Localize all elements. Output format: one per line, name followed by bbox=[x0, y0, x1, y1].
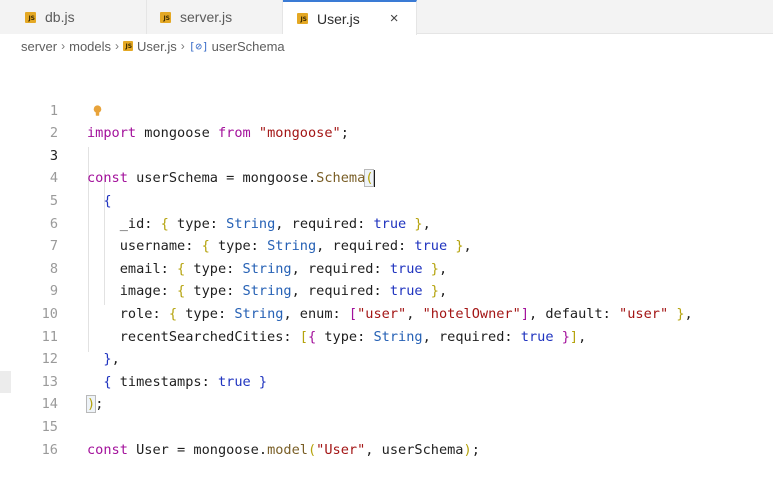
code-line: 6 username: { type: String, required: tr… bbox=[0, 190, 773, 255]
close-icon[interactable]: × bbox=[390, 11, 399, 26]
js-file-icon: JS bbox=[160, 11, 171, 23]
chevron-right-icon: › bbox=[180, 39, 185, 53]
breadcrumb-userschema[interactable]: userSchema bbox=[212, 39, 285, 54]
code-line: 14 bbox=[0, 370, 773, 412]
code-line: 4 { bbox=[0, 145, 773, 209]
tab-label: server.js bbox=[180, 9, 233, 25]
code-line: 9 role: { type: String, enum: ["user", "… bbox=[0, 258, 773, 322]
tab-label: User.js bbox=[317, 10, 360, 27]
code-line: 16 bbox=[0, 416, 773, 458]
code-line: 5 _id: { type: String, required: true }, bbox=[0, 167, 773, 232]
code-line: 12 { timestamps: true } bbox=[0, 326, 773, 390]
tab-db-js[interactable]: JS db.js bbox=[0, 0, 147, 34]
code-line: 11 }, bbox=[0, 303, 773, 368]
breadcrumb-server[interactable]: server bbox=[21, 39, 57, 54]
js-file-icon: JS bbox=[25, 11, 36, 23]
code-line: 8 image: { type: String, required: true … bbox=[0, 235, 773, 300]
code-line: 1 import mongoose from "mongoose"; bbox=[0, 77, 773, 142]
code-editor[interactable]: 1 import mongoose from "mongoose"; 2 3 c… bbox=[0, 57, 773, 458]
js-file-icon: JS bbox=[297, 13, 308, 24]
code-line: 13 ); bbox=[0, 348, 773, 414]
chevron-right-icon: › bbox=[61, 39, 66, 53]
editor-tab-bar: JS db.js JS server.js JS User.js × bbox=[0, 0, 773, 35]
code-line: 3 const userSchema = mongoose.Schema( bbox=[0, 122, 773, 188]
lightbulb-icon[interactable] bbox=[93, 104, 102, 117]
code-line: 15 const User = mongoose.model("User", u… bbox=[0, 393, 773, 458]
code-line: 10 recentSearchedCities: [{ type: String… bbox=[0, 280, 773, 345]
breadcrumb: server › models › JS User.js › [⊘] userS… bbox=[0, 35, 773, 57]
code-line: 7 email: { type: String, required: true … bbox=[0, 213, 773, 277]
tab-server-js[interactable]: JS server.js bbox=[147, 0, 283, 34]
breadcrumb-user-js[interactable]: User.js bbox=[137, 39, 177, 54]
breadcrumb-models[interactable]: models bbox=[69, 39, 111, 54]
tab-label: db.js bbox=[45, 9, 75, 25]
code-line: 2 bbox=[0, 100, 773, 141]
chevron-right-icon: › bbox=[115, 39, 120, 53]
tab-user-js[interactable]: JS User.js × bbox=[283, 0, 417, 35]
variable-symbol-icon: [⊘] bbox=[188, 39, 209, 53]
js-file-icon: JS bbox=[123, 41, 134, 51]
